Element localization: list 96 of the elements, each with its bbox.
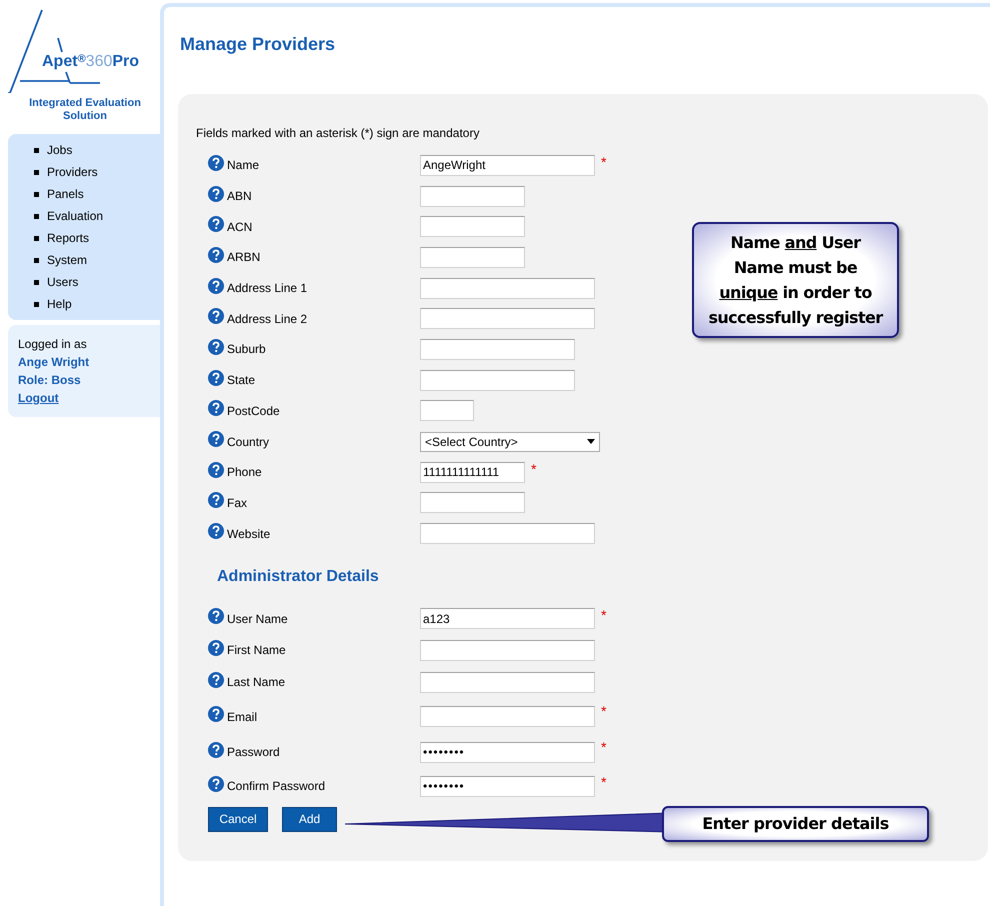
bullet-icon (34, 302, 39, 306)
logo-registered: ® (78, 53, 86, 65)
field-label: User Name (227, 610, 289, 628)
input-field[interactable] (420, 186, 525, 207)
bullet-icon (34, 148, 39, 152)
bullet-icon (34, 192, 39, 196)
nav-link[interactable]: System (47, 251, 88, 269)
nav-link[interactable]: Reports (47, 229, 90, 247)
page-title: Manage Providers (180, 33, 336, 56)
field-label: Email (227, 708, 258, 726)
input-field[interactable] (420, 278, 595, 299)
input-field[interactable] (420, 400, 474, 422)
help-icon[interactable] (208, 742, 224, 758)
password-field[interactable]: •••••••• (420, 742, 595, 763)
nav-link[interactable]: Jobs (47, 141, 72, 159)
field-label: Name (227, 157, 260, 174)
field-label: Password (227, 744, 281, 762)
help-icon[interactable] (208, 523, 224, 540)
country-select[interactable]: <Select Country> (420, 432, 600, 452)
bullet-icon (34, 236, 39, 240)
help-icon[interactable] (208, 672, 224, 688)
field-label: State (227, 372, 256, 390)
bullet-icon (34, 258, 39, 262)
field-label: ARBN (227, 249, 262, 266)
field-label: First Name (227, 642, 287, 660)
help-icon[interactable] (208, 640, 224, 656)
field-label: Last Name (227, 674, 286, 692)
required-mark: * (601, 702, 606, 721)
field-label: PostCode (227, 402, 281, 420)
input-field[interactable] (420, 308, 595, 330)
help-icon[interactable] (208, 186, 224, 202)
help-icon[interactable] (208, 278, 224, 294)
user-name: Ange Wright (18, 354, 90, 371)
required-mark: * (601, 153, 606, 172)
help-icon[interactable] (208, 308, 224, 324)
section-heading: Administrator Details (217, 566, 380, 587)
field-label: Address Line 1 (227, 280, 308, 298)
field-label: ABN (227, 188, 253, 206)
nav-link[interactable]: Help (47, 295, 72, 313)
nav-link[interactable]: Panels (47, 185, 84, 203)
help-icon[interactable] (208, 400, 224, 416)
field-label: Fax (227, 494, 248, 512)
input-field[interactable] (420, 370, 575, 391)
help-icon[interactable] (208, 246, 224, 263)
input-field[interactable] (420, 640, 595, 661)
input-field[interactable] (420, 246, 525, 268)
input-field[interactable]: 1111111111111 (420, 462, 525, 483)
bullet-icon (34, 280, 39, 284)
required-mark: * (601, 606, 606, 625)
add-button[interactable]: Add (282, 806, 337, 832)
caret-icon (587, 439, 595, 444)
help-icon[interactable] (208, 154, 224, 171)
nav-link[interactable]: Users (47, 273, 78, 291)
bullet-icon (34, 170, 39, 174)
user-role: Role: Boss (18, 372, 81, 389)
nav-link[interactable]: Evaluation (47, 207, 104, 225)
field-label: Confirm Password (227, 778, 326, 796)
help-icon[interactable] (208, 492, 224, 508)
logo-tagline: Integrated Evaluation Solution (28, 97, 142, 123)
help-icon[interactable] (208, 216, 224, 232)
help-icon[interactable] (208, 776, 224, 792)
callout-text: Enter provider details (702, 813, 889, 835)
logo-suffix: Pro (112, 53, 140, 70)
password-field[interactable]: •••••••• (420, 776, 595, 797)
login-label: Logged in as (18, 336, 87, 353)
input-field[interactable]: a123 (420, 608, 595, 630)
field-label: ACN (227, 218, 254, 236)
input-field[interactable] (420, 338, 575, 360)
input-field[interactable] (420, 672, 595, 693)
input-field[interactable] (420, 216, 525, 238)
mandatory-note: Fields marked with an asterisk (*) sign are mandatory (196, 125, 480, 142)
help-icon[interactable] (208, 431, 224, 448)
help-icon[interactable] (208, 462, 224, 478)
required-mark: * (601, 738, 606, 757)
input-field[interactable] (420, 523, 595, 544)
logo-brand: Apet (42, 53, 78, 70)
field-label: Country (227, 434, 270, 451)
help-icon[interactable] (208, 338, 224, 355)
field-label: Website (227, 526, 272, 543)
help-icon[interactable] (208, 370, 224, 386)
nav-link[interactable]: Providers (47, 163, 98, 181)
required-mark: * (531, 460, 536, 479)
required-mark: * (601, 772, 606, 792)
logo-number: 360 (86, 53, 112, 70)
help-icon[interactable] (208, 608, 224, 624)
help-icon[interactable] (208, 706, 224, 722)
field-label: Address Line 2 (227, 310, 308, 328)
input-field[interactable] (420, 492, 525, 514)
field-label: Suburb (227, 341, 267, 358)
cancel-button[interactable]: Cancel (208, 806, 268, 832)
input-field[interactable]: AngeWright (420, 154, 595, 176)
callout-text: Name and User Name must be unique in order to successfully register (708, 232, 883, 329)
field-label: Phone (227, 464, 263, 482)
input-field[interactable] (420, 706, 595, 728)
bullet-icon (34, 214, 39, 218)
logout-link[interactable]: Logout (18, 389, 59, 407)
